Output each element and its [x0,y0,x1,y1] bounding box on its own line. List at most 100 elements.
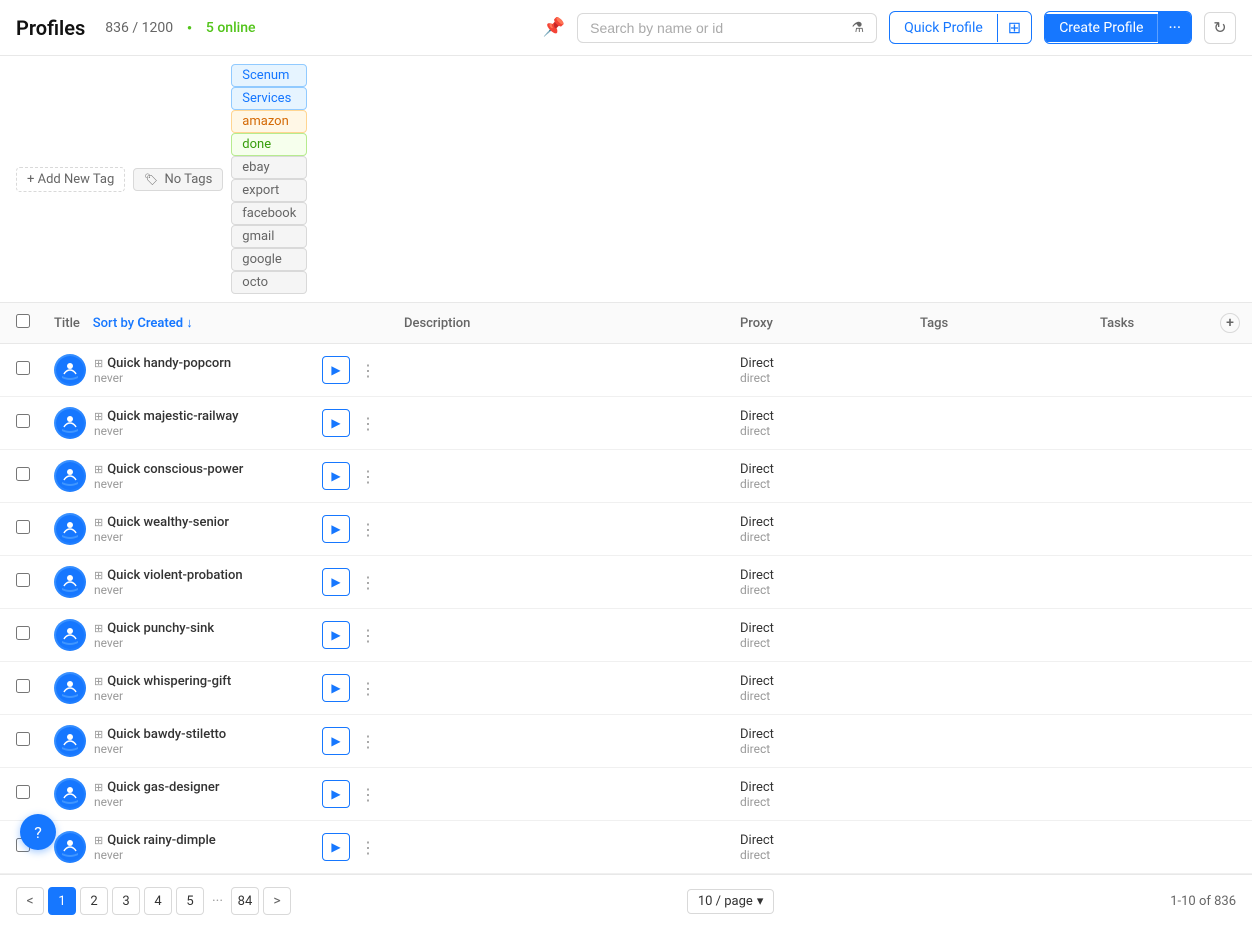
tag-scenum[interactable]: Scenum [231,64,307,87]
row-checkbox[interactable] [16,573,30,587]
create-profile-button[interactable]: Create Profile ··· [1044,11,1192,44]
proxy-header: Proxy [728,303,908,344]
add-column-header[interactable]: + [1208,303,1252,344]
tag-facebook[interactable]: facebook [231,202,307,225]
avatar-svg [56,356,84,384]
row-extra-cell [1208,556,1252,609]
page-button-2[interactable]: 2 [80,887,108,915]
last-page-button[interactable]: 84 [231,887,259,915]
select-all-checkbox[interactable] [16,314,30,328]
play-button[interactable]: ▶ [322,780,350,808]
profile-name: ⊞ Quick handy-popcorn [94,356,231,371]
table-row: ⊞ Quick bawdy-stiletto never ▶ ⋮ Direct … [0,715,1252,768]
quick-profile-button[interactable]: Quick Profile ⊞ [889,11,1032,44]
play-button[interactable]: ▶ [322,727,350,755]
page-size-select[interactable]: 10 / page ▾ [687,889,775,914]
more-options-button[interactable]: ⋮ [356,517,380,541]
tag-export[interactable]: export [231,179,307,202]
row-description-cell [392,662,728,715]
row-checkbox[interactable] [16,520,30,534]
tag-octo[interactable]: octo [231,271,307,294]
search-input[interactable] [590,20,843,36]
row-proxy-cell: Direct direct [728,503,908,556]
tag-services[interactable]: Services [231,87,307,110]
more-options-button[interactable]: ⋮ [356,411,380,435]
add-tag-button[interactable]: + Add New Tag [16,167,125,192]
more-options-button[interactable]: ⋮ [356,676,380,700]
tag-done[interactable]: done [231,133,307,156]
proxy-detail: direct [740,530,896,544]
row-checkbox[interactable] [16,361,30,375]
row-checkbox[interactable] [16,626,30,640]
row-proxy-cell: Direct direct [728,662,908,715]
play-button[interactable]: ▶ [322,568,350,596]
help-button[interactable]: ? [20,814,56,850]
title-header: Title Sort by Created ↓ [42,303,392,344]
page-button-5[interactable]: 5 [176,887,204,915]
row-checkbox[interactable] [16,679,30,693]
profile-info: ⊞ Quick gas-designer never [94,780,219,809]
os-icon: ⊞ [94,410,103,423]
play-button[interactable]: ▶ [322,356,350,384]
add-column-icon: + [1220,313,1240,333]
more-options-button[interactable]: ⋮ [356,623,380,647]
page-button-1[interactable]: 1 [48,887,76,915]
table-row: ⊞ Quick violent-probation never ▶ ⋮ Dire… [0,556,1252,609]
help-icon: ? [34,823,42,842]
proxy-type: Direct [740,356,896,371]
proxy-type: Direct [740,833,896,848]
play-button[interactable]: ▶ [322,409,350,437]
more-options-button[interactable]: ⋮ [356,729,380,753]
play-button[interactable]: ▶ [322,515,350,543]
profile-avatar [54,566,86,598]
title-actions: ▶ ⋮ [322,568,380,596]
title-actions: ▶ ⋮ [322,833,380,861]
row-checkbox[interactable] [16,414,30,428]
more-options-button[interactable]: ⋮ [356,835,380,859]
no-tags-tag[interactable]: 🏷 No Tags [133,168,223,191]
more-options-button[interactable]: ⋮ [356,782,380,806]
row-tags-cell [908,609,1088,662]
row-tasks-cell [1088,450,1208,503]
row-description-cell [392,503,728,556]
description-header: Description [392,303,728,344]
page-button-3[interactable]: 3 [112,887,140,915]
prev-page-button[interactable]: < [16,887,44,915]
table-row: ⊞ Quick gas-designer never ▶ ⋮ Direct di… [0,768,1252,821]
filter-icon[interactable]: ⚗ [852,20,865,36]
row-checkbox-cell [0,503,42,556]
row-tags-cell [908,450,1088,503]
tag-ebay[interactable]: ebay [231,156,307,179]
row-description-cell [392,715,728,768]
proxy-detail: direct [740,371,896,385]
row-tasks-cell [1088,768,1208,821]
play-button[interactable]: ▶ [322,621,350,649]
page-button-4[interactable]: 4 [144,887,172,915]
more-options-button[interactable]: ⋮ [356,464,380,488]
proxy-type: Direct [740,621,896,636]
avatar-svg [56,727,84,755]
row-proxy-cell: Direct direct [728,609,908,662]
row-tags-cell [908,344,1088,397]
pin-icon[interactable]: 📌 [543,17,565,38]
row-tags-cell [908,503,1088,556]
tag-google[interactable]: google [231,248,307,271]
more-options-button[interactable]: ⋮ [356,358,380,382]
table-row: ⊞ Quick majestic-railway never ▶ ⋮ Direc… [0,397,1252,450]
row-title-cell: ⊞ Quick bawdy-stiletto never ▶ ⋮ [42,715,392,768]
play-button[interactable]: ▶ [322,833,350,861]
row-checkbox[interactable] [16,785,30,799]
row-checkbox[interactable] [16,732,30,746]
proxy-type: Direct [740,727,896,742]
title-actions: ▶ ⋮ [322,515,380,543]
row-checkbox[interactable] [16,467,30,481]
tag-amazon[interactable]: amazon [231,110,307,133]
avatar-svg [56,515,84,543]
next-page-button[interactable]: > [263,887,291,915]
more-options-button[interactable]: ⋮ [356,570,380,594]
play-button[interactable]: ▶ [322,462,350,490]
tag-gmail[interactable]: gmail [231,225,307,248]
refresh-button[interactable]: ↻ [1204,12,1236,44]
play-button[interactable]: ▶ [322,674,350,702]
profile-name: ⊞ Quick violent-probation [94,568,243,583]
